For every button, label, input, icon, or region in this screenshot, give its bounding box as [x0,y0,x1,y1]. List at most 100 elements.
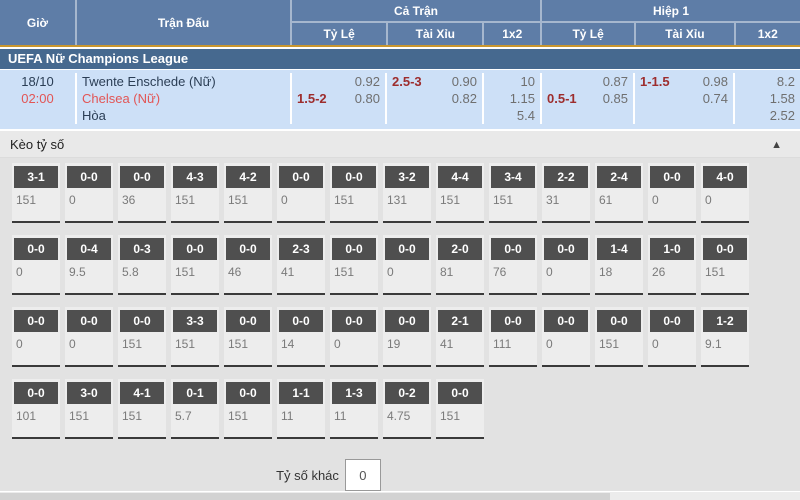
score-option-button[interactable]: 1-4 [597,238,641,260]
league-header[interactable]: UEFA Nữ Champions League [0,49,800,69]
score-option-button[interactable]: 0-0 [332,238,376,260]
score-odds-value: 0 [14,260,58,279]
score-option-button[interactable]: 0-0 [650,166,694,188]
score-option-button[interactable]: 0-0 [491,238,535,260]
half-over-under-line: 1-1.5 [640,73,670,90]
score-option-button[interactable]: 2-3 [279,238,323,260]
full-1x2-home-odds[interactable]: 10 [521,73,535,90]
score-option-button[interactable]: 4-3 [173,166,217,188]
score-option-button[interactable]: 2-1 [438,310,482,332]
score-cell: 0-0111 [489,307,537,367]
score-option-button[interactable]: 1-0 [650,238,694,260]
score-option-button[interactable]: 2-2 [544,166,588,188]
score-option-button[interactable]: 0-4 [67,238,111,260]
score-odds-value: 151 [703,260,747,279]
score-odds-value: 11 [332,404,376,423]
score-option-button[interactable]: 0-0 [67,310,111,332]
score-option-button[interactable]: 0-0 [226,310,270,332]
full-over-odds[interactable]: 0.90 [452,73,477,90]
score-odds-value: 19 [385,332,429,351]
score-odds-value: 151 [332,188,376,207]
score-option-button[interactable]: 0-0 [14,382,58,404]
header-first-half-subcolumns: Tỷ Lệ Tài Xỉu 1x2 [542,21,800,45]
other-score-input[interactable]: 0 [345,459,381,491]
score-option-button[interactable]: 4-1 [120,382,164,404]
score-option-button[interactable]: 0-0 [120,166,164,188]
score-odds-value: 151 [226,404,270,423]
score-option-button[interactable]: 0-0 [120,310,164,332]
score-option-button[interactable]: 0-0 [279,166,323,188]
half-under-odds[interactable]: 0.74 [703,90,728,107]
score-option-button[interactable]: 0-0 [491,310,535,332]
half-over-odds[interactable]: 0.98 [703,73,728,90]
full-1x2-away-odds[interactable]: 1.15 [510,90,535,107]
score-option-button[interactable]: 1-2 [703,310,747,332]
score-odds-value: 0 [67,332,111,351]
full-handicap-home-odds[interactable]: 0.92 [355,73,380,90]
score-option-button[interactable]: 0-0 [385,238,429,260]
score-odds-value: 111 [491,332,535,351]
half-handicap-home-odds[interactable]: 0.87 [603,73,628,90]
horizontal-scrollbar-thumb[interactable] [0,493,610,500]
score-option-button[interactable]: 0-0 [279,310,323,332]
score-option-button[interactable]: 0-0 [226,382,270,404]
score-odds-value: 41 [438,332,482,351]
score-odds-value: 151 [438,188,482,207]
score-option-button[interactable]: 3-2 [385,166,429,188]
score-option-button[interactable]: 0-0 [226,238,270,260]
score-cell: 0-046 [224,235,272,295]
score-option-button[interactable]: 0-0 [332,166,376,188]
score-option-button[interactable]: 3-0 [67,382,111,404]
score-cell: 3-0151 [65,379,113,439]
horizontal-scrollbar[interactable] [0,491,800,500]
score-cell: 0-49.5 [65,235,113,295]
score-cell: 0-0151 [224,379,272,439]
score-option-button[interactable]: 4-4 [438,166,482,188]
score-odds-value: 5.7 [173,404,217,423]
half-1x2-away-odds[interactable]: 1.58 [770,90,795,107]
score-option-button[interactable]: 4-2 [226,166,270,188]
full-1x2-draw-odds[interactable]: 5.4 [517,107,535,124]
match-row: 18/10 02:00 Twente Enschede (Nữ) Chelsea… [0,70,800,129]
first-half-1x2-column: 8.2 1.58 2.52 [733,73,800,124]
draw-label: Hòa [82,107,285,124]
half-1x2-home-odds[interactable]: 8.2 [777,73,795,90]
score-cell: 0-00 [330,307,378,367]
score-option-button[interactable]: 0-0 [544,238,588,260]
score-option-button[interactable]: 0-0 [438,382,482,404]
score-option-button[interactable]: 0-0 [650,310,694,332]
score-cell: 1-418 [595,235,643,295]
score-option-button[interactable]: 0-2 [385,382,429,404]
score-option-button[interactable]: 0-0 [67,166,111,188]
score-option-button[interactable]: 0-1 [173,382,217,404]
score-option-button[interactable]: 3-4 [491,166,535,188]
score-cell: 0-0151 [701,235,749,295]
full-handicap-away-odds[interactable]: 0.80 [355,90,380,107]
score-option-button[interactable]: 2-0 [438,238,482,260]
score-option-button[interactable]: 2-4 [597,166,641,188]
score-odds-value: 5.8 [120,260,164,279]
score-option-button[interactable]: 0-0 [14,310,58,332]
half-1x2-draw-odds[interactable]: 2.52 [770,107,795,124]
score-option-button[interactable]: 1-3 [332,382,376,404]
score-odds-value: 31 [544,188,588,207]
score-option-button[interactable]: 4-0 [703,166,747,188]
score-odds-value: 18 [597,260,641,279]
collapse-arrow-icon[interactable]: ▲ [771,139,790,151]
score-option-button[interactable]: 0-0 [332,310,376,332]
score-option-button[interactable]: 0-0 [597,310,641,332]
score-option-button[interactable]: 0-0 [703,238,747,260]
score-option-button[interactable]: 0-0 [544,310,588,332]
score-odds-value: 76 [491,260,535,279]
correct-score-section-bar[interactable]: Kèo tỷ số ▲ [0,131,800,158]
score-option-button[interactable]: 0-0 [385,310,429,332]
full-under-odds[interactable]: 0.82 [452,90,477,107]
score-option-button[interactable]: 0-3 [120,238,164,260]
score-option-button[interactable]: 0-0 [14,238,58,260]
score-option-button[interactable]: 3-1 [14,166,58,188]
score-option-button[interactable]: 1-1 [279,382,323,404]
score-cell: 3-3151 [171,307,219,367]
half-handicap-away-odds[interactable]: 0.85 [603,90,628,107]
score-option-button[interactable]: 3-3 [173,310,217,332]
score-option-button[interactable]: 0-0 [173,238,217,260]
